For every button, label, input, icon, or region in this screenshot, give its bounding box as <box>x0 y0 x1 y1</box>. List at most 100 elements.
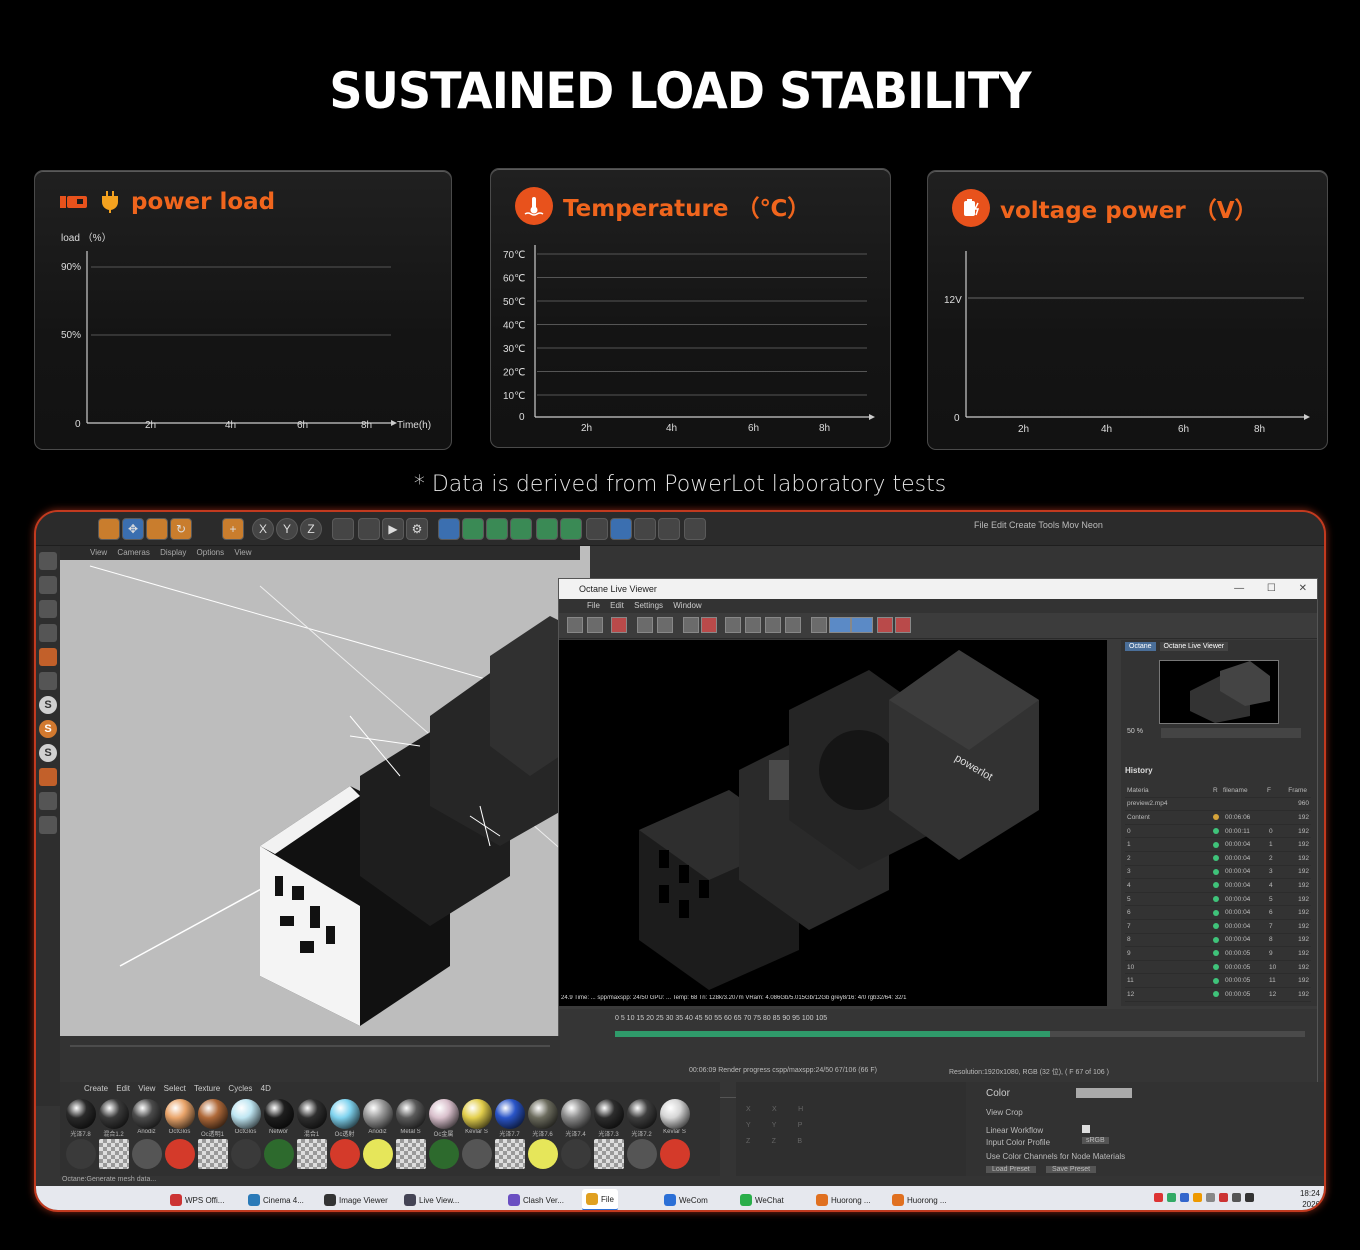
snap-s-icon-2[interactable]: S <box>39 720 57 738</box>
material-ball[interactable] <box>626 1139 657 1169</box>
material-item[interactable]: 混合1 <box>295 1098 328 1138</box>
render-view-icon[interactable]: ▶ <box>382 518 404 540</box>
polygons-mode-icon[interactable] <box>39 648 57 666</box>
material-ball[interactable] <box>296 1099 327 1129</box>
history-row[interactable]: 4 00:00:04 4 192 <box>1125 879 1311 893</box>
generator-icon[interactable] <box>510 518 532 540</box>
checker-icon[interactable] <box>39 576 57 594</box>
zoom-slider[interactable] <box>1161 728 1301 738</box>
material-ball[interactable] <box>560 1139 591 1169</box>
material-item[interactable]: Kevlar S <box>460 1098 493 1135</box>
magnet-icon[interactable] <box>39 768 57 786</box>
texture-icon[interactable] <box>39 816 57 834</box>
material-ball[interactable] <box>461 1139 492 1169</box>
pick-focus-icon[interactable] <box>765 617 781 633</box>
material-ball[interactable] <box>428 1099 459 1129</box>
material-ball[interactable] <box>659 1099 690 1129</box>
history-row[interactable]: 3 00:00:04 3 192 <box>1125 866 1311 880</box>
b-buffer-icon[interactable] <box>895 617 911 633</box>
material-item[interactable]: 光泽7.8 <box>64 1098 97 1138</box>
move-tool-icon[interactable]: ✥ <box>122 518 144 540</box>
taskbar-item[interactable]: Huorong ... <box>888 1189 951 1210</box>
taskbar-item[interactable]: WeChat <box>736 1189 788 1210</box>
zoom-level[interactable]: 50 % <box>1127 728 1143 735</box>
environment-icon[interactable] <box>610 518 632 540</box>
film-region-icon[interactable] <box>725 617 741 633</box>
material-ball[interactable] <box>461 1099 492 1129</box>
material-ball[interactable] <box>593 1099 624 1129</box>
material-item[interactable]: Kevlar S <box>658 1098 691 1135</box>
material-item[interactable]: 光泽7.6 <box>526 1098 559 1138</box>
material-ball[interactable] <box>230 1099 261 1129</box>
snap-s-icon-1[interactable]: S <box>39 696 57 714</box>
material-item[interactable]: OctGlos <box>229 1098 262 1135</box>
material-ball[interactable] <box>659 1139 690 1169</box>
z-axis-icon[interactable]: Z <box>300 518 322 540</box>
material-ball[interactable] <box>131 1139 162 1169</box>
material-item[interactable]: 光泽7.3 <box>592 1098 625 1138</box>
view-mode-icon[interactable] <box>829 617 851 633</box>
material-ball[interactable] <box>494 1099 525 1129</box>
camera-icon[interactable] <box>658 518 680 540</box>
load-preset-button[interactable]: Load Preset <box>986 1166 1036 1173</box>
y-axis-icon[interactable]: Y <box>276 518 298 540</box>
pen-icon[interactable] <box>462 518 484 540</box>
material-item[interactable]: Networ <box>262 1098 295 1135</box>
material-ball[interactable] <box>527 1099 558 1129</box>
history-row[interactable]: Content 00:06:06 192 <box>1125 811 1311 825</box>
material-item[interactable]: Oc金属 <box>427 1098 460 1138</box>
history-row[interactable]: 8 00:00:04 8 192 <box>1125 934 1311 948</box>
material-ball[interactable] <box>131 1099 162 1129</box>
pause-render-icon[interactable] <box>657 617 673 633</box>
taskbar-item[interactable]: WPS Offi... <box>166 1189 228 1210</box>
taskbar-item[interactable]: Clash Ver... <box>504 1189 568 1210</box>
cube-icon[interactable] <box>438 518 460 540</box>
material-ball[interactable] <box>98 1139 129 1169</box>
history-row[interactable]: 11 00:00:05 11 192 <box>1125 974 1311 988</box>
material-ball[interactable] <box>626 1099 657 1129</box>
material-item[interactable]: 光泽7.7 <box>493 1098 526 1138</box>
render-region-icon[interactable] <box>358 518 380 540</box>
right-menu[interactable]: File Edit Create Tools Mov Neon <box>974 520 1103 530</box>
material-item[interactable]: Oc透明1 <box>196 1098 229 1138</box>
render-view[interactable]: powerlot <box>559 640 1107 1006</box>
material-ball[interactable] <box>527 1139 558 1169</box>
material-ball[interactable] <box>329 1139 360 1169</box>
taskbar-item[interactable]: WeCom <box>660 1189 712 1210</box>
history-row[interactable]: preview2.mp4 960 <box>1125 798 1311 812</box>
save-icon[interactable] <box>587 617 603 633</box>
material-ball[interactable] <box>164 1099 195 1129</box>
taskbar-item[interactable]: Huorong ... <box>812 1189 875 1210</box>
mograph-icon[interactable] <box>560 518 582 540</box>
3d-viewport[interactable] <box>60 546 590 1036</box>
material-ball[interactable] <box>395 1139 426 1169</box>
axis-mode-icon[interactable] <box>39 672 57 690</box>
make-editable-icon[interactable] <box>39 552 57 570</box>
history-row[interactable]: 12 00:00:05 12 192 <box>1125 988 1311 1002</box>
material-ball[interactable] <box>197 1139 228 1169</box>
clock[interactable]: 18:24 2026 <box>1300 1188 1320 1210</box>
taskbar-item[interactable]: File <box>582 1189 618 1210</box>
olv-menu[interactable]: File Edit Settings Window <box>559 599 1317 613</box>
material-ball[interactable] <box>428 1139 459 1169</box>
material-ball[interactable] <box>65 1139 96 1169</box>
rotate-tool-icon[interactable]: ↻ <box>170 518 192 540</box>
material-item[interactable]: 光泽7.4 <box>559 1098 592 1138</box>
material-ball[interactable] <box>362 1099 393 1129</box>
history-row[interactable]: 9 00:00:05 9 192 <box>1125 947 1311 961</box>
material-menu[interactable]: Create Edit View Select Texture Cycles 4… <box>60 1082 720 1093</box>
linear-workflow-checkbox[interactable] <box>1082 1125 1090 1133</box>
color-swatch[interactable] <box>1076 1088 1132 1098</box>
taskbar-item[interactable]: Live View... <box>400 1189 463 1210</box>
history-row[interactable]: 0 00:00:11 0 192 <box>1125 825 1311 839</box>
floor-icon[interactable] <box>634 518 656 540</box>
view-crop-label[interactable]: View Crop <box>986 1108 1023 1117</box>
material-item[interactable]: OctGlos <box>163 1098 196 1135</box>
x-axis-icon[interactable]: X <box>252 518 274 540</box>
deformer-icon[interactable] <box>536 518 558 540</box>
lock-res-icon[interactable] <box>745 617 761 633</box>
history-row[interactable]: 7 00:00:04 7 192 <box>1125 920 1311 934</box>
timeline-progress[interactable] <box>615 1031 1305 1037</box>
save-preset-button[interactable]: Save Preset <box>1046 1166 1097 1173</box>
field-icon[interactable] <box>586 518 608 540</box>
